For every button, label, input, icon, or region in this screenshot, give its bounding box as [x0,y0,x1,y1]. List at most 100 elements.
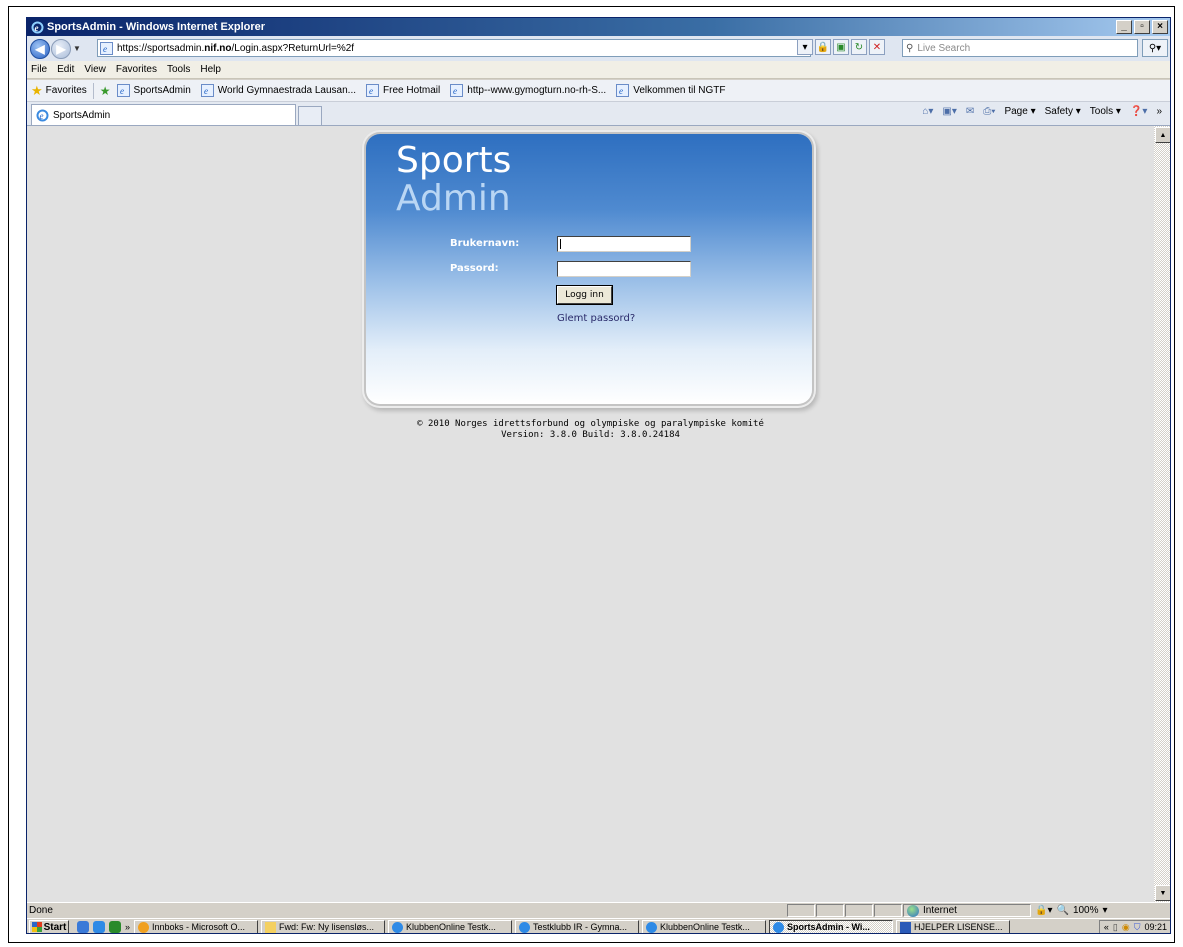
start-button[interactable]: Start [29,919,69,933]
word-icon [900,921,912,933]
add-favorite-icon[interactable]: ★ [100,84,111,98]
home-icon[interactable]: ⌂▾ [922,106,933,117]
ie-task-icon [519,921,531,933]
forgot-password-link[interactable]: Glemt passord? [557,313,635,324]
task-label: Testklubb IR - Gymna... [533,922,628,932]
tray-shield-icon[interactable]: ⛉ [1134,922,1141,933]
refresh-icon[interactable]: ↻ [851,39,867,55]
taskbar-item-klubbenonline-2[interactable]: KlubbenOnline Testk... [642,919,767,933]
forward-button[interactable]: ▶ [51,38,71,59]
favorite-link-gymnaestrada[interactable]: e World Gymnaestrada Lausan... [200,84,356,97]
close-button[interactable]: × [1152,20,1168,34]
copyright-text: © 2010 Norges idrettsforbund og olympisk… [417,419,764,429]
outlook-icon [138,921,150,933]
username-input[interactable] [557,236,691,252]
login-panel: Sports Admin Brukernavn: Passord: Logg i… [366,134,812,404]
address-dropdown-icon[interactable]: ▾ [797,39,813,55]
security-zone[interactable]: Internet [903,904,1031,917]
search-input[interactable]: ⚲ Live Search [902,39,1138,57]
tray-app-icon[interactable]: ▯ [1113,922,1118,933]
ie-task-icon [392,921,404,933]
taskbar-item-testklubb[interactable]: Testklubb IR - Gymna... [515,919,640,933]
url-path: /Login.aspx?ReturnUrl=%2f [231,42,355,54]
new-tab-button[interactable] [298,106,322,125]
ie-page-icon: e [450,84,464,97]
menu-tools[interactable]: Tools [167,64,190,75]
login-button[interactable]: Logg inn [556,285,613,305]
more-chevron-icon[interactable]: » [1156,106,1162,117]
scroll-up-icon[interactable]: ▲ [1155,127,1170,143]
svg-text:e: e [35,23,39,33]
protected-mode-icon[interactable]: 🔒▾ [1035,905,1052,916]
tray-expand-icon[interactable]: « [1104,922,1109,932]
favorite-link-hotmail[interactable]: e Free Hotmail [366,84,440,97]
back-button[interactable]: ◀ [30,38,50,59]
restore-button[interactable]: ▫ [1134,20,1150,34]
ie-page-icon: e [116,84,130,97]
version-text: Version: 3.8.0 Build: 3.8.0.24184 [501,430,680,440]
ie-task-icon [773,921,785,933]
ie-logo-icon: e [36,109,49,121]
tools-menu[interactable]: Tools ▾ [1090,106,1121,117]
desktop-icon[interactable] [77,921,89,933]
tab-sportsadmin[interactable]: e SportsAdmin [31,104,296,125]
taskbar-item-klubbenonline-1[interactable]: KlubbenOnline Testk... [388,919,513,933]
excel-icon[interactable] [109,921,121,933]
status-cell [874,904,902,917]
page-content: Sports Admin Brukernavn: Passord: Logg i… [27,126,1154,902]
menu-edit[interactable]: Edit [57,64,74,75]
svg-text:e: e [103,44,107,54]
recent-pages-dropdown-icon[interactable]: ▼ [73,44,81,53]
minimize-button[interactable]: _ [1116,20,1132,34]
vertical-scrollbar[interactable]: ▲ ▼ [1154,126,1170,902]
favorites-button[interactable]: Favorites [46,85,87,96]
page-menu[interactable]: Page ▾ [1004,106,1035,117]
feeds-icon[interactable]: ▣▾ [942,106,956,117]
menu-favorites[interactable]: Favorites [116,64,157,75]
ie-quicklaunch-icon[interactable] [93,921,105,933]
address-bar[interactable]: e https://sportsadmin.nif.no/Login.aspx?… [97,39,811,57]
tray-app-icon[interactable]: ◉ [1122,922,1130,933]
taskbar-item-mail[interactable]: Fwd: Fw: Ny lisensløs... [261,919,386,933]
favorite-label: Free Hotmail [383,85,441,96]
search-button[interactable]: ⚲▾ [1142,39,1168,57]
mail-icon[interactable]: ✉ [966,106,974,117]
lock-icon[interactable]: 🔒 [815,39,831,55]
logo-line-sports: Sports [396,140,512,181]
zone-label: Internet [923,905,957,916]
task-label: SportsAdmin - Wi... [787,922,870,932]
quicklaunch-more-icon[interactable]: » [125,922,130,932]
stop-icon[interactable]: ✕ [869,39,885,55]
globe-icon [907,904,919,917]
taskbar-item-sportsadmin[interactable]: SportsAdmin - Wi... [769,919,894,933]
menu-help[interactable]: Help [200,64,221,75]
title-bar[interactable]: e SportsAdmin - Windows Internet Explore… [27,18,1170,36]
menu-view[interactable]: View [84,64,106,75]
ie-page-icon: e [200,84,214,97]
zoom-dropdown-icon[interactable]: ▾ [1103,905,1108,916]
safety-menu-label: Safety [1044,106,1073,117]
search-magnifier-icon: ⚲ [906,42,914,54]
menu-file[interactable]: File [31,64,47,75]
password-input[interactable] [557,261,691,277]
safety-menu[interactable]: Safety ▾ [1045,106,1081,117]
task-label: KlubbenOnline Testk... [406,922,496,932]
help-icon[interactable]: ❓▾ [1130,106,1147,117]
favorites-star-icon[interactable]: ★ [31,83,43,99]
address-row: ◀ ▶ ▼ e https://sportsadmin.nif.no/Login… [27,36,1170,61]
taskbar-item-hjelper[interactable]: HJELPER LISENSE... [896,919,1011,933]
favorite-label: SportsAdmin [133,85,191,96]
favorite-link-gymogturn[interactable]: e http--www.gymogturn.no-rh-S... [450,84,606,97]
taskbar-item-outlook[interactable]: Innboks - Microsoft O... [134,919,259,933]
svg-text:e: e [619,86,623,96]
svg-text:e: e [120,86,124,96]
scroll-down-icon[interactable]: ▼ [1155,885,1170,901]
favorite-link-sportsadmin[interactable]: e SportsAdmin [116,84,191,97]
compatibility-icon[interactable]: ▣ [833,39,849,55]
favorite-link-ngtf[interactable]: e Velkommen til NGTF [616,84,725,97]
browser-window: e SportsAdmin - Windows Internet Explore… [26,17,1171,934]
favorites-divider [92,82,94,99]
favorites-bar: ★ Favorites ★ e SportsAdmin e World Gymn… [27,80,1170,102]
zoom-control[interactable]: 🔒▾ 🔍 100% ▾ [1035,905,1108,916]
print-icon[interactable]: ⎙▾ [983,106,995,117]
